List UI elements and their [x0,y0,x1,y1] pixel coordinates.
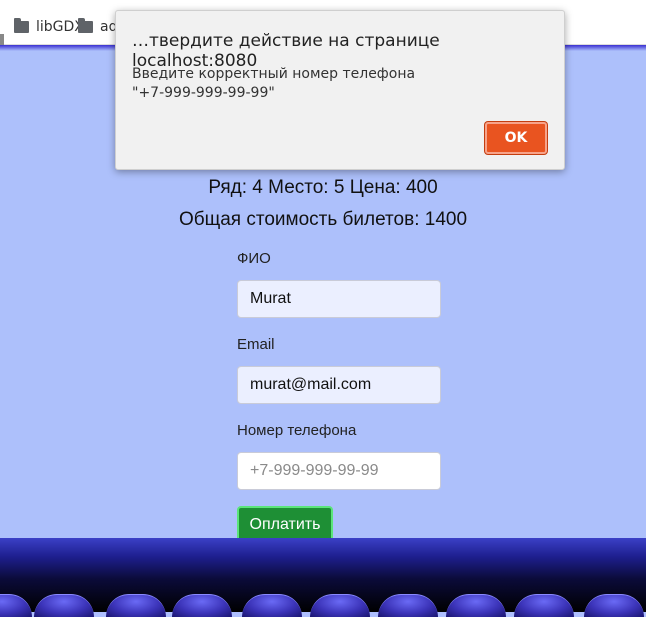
fio-label: ФИО [237,250,271,267]
seat-graphic [242,594,302,617]
cinema-seats-decoration [0,538,646,617]
seat-graphic [34,594,94,617]
ok-button[interactable]: OK [485,122,547,154]
alert-dialog: …твердите действие на странице localhost… [115,10,565,170]
seat-graphic [310,594,370,617]
folder-icon [78,18,93,33]
bookmark-ad[interactable]: ad [78,18,117,35]
bookmark-libgdx[interactable]: libGDX [14,18,84,35]
seat-graphic [106,594,166,617]
email-label: Email [237,336,275,353]
seat-graphic [0,594,32,617]
folder-icon [14,18,29,33]
phone-input[interactable] [237,452,441,490]
seat-graphic [446,594,506,617]
bookmark-label: libGDX [36,19,84,35]
dialog-message: Введите корректный номер телефона "+7-99… [132,66,416,101]
seat-info: Ряд: 4 Место: 5 Цена: 400 [208,177,438,198]
phone-label: Номер телефона [237,422,357,439]
seat-graphic [378,594,438,617]
fio-input[interactable] [237,280,441,318]
email-input[interactable] [237,366,441,404]
seat-graphic [584,594,644,617]
seat-graphic [514,594,574,617]
total-cost: Общая стоимость билетов: 1400 [178,209,468,230]
seat-graphic [172,594,232,617]
